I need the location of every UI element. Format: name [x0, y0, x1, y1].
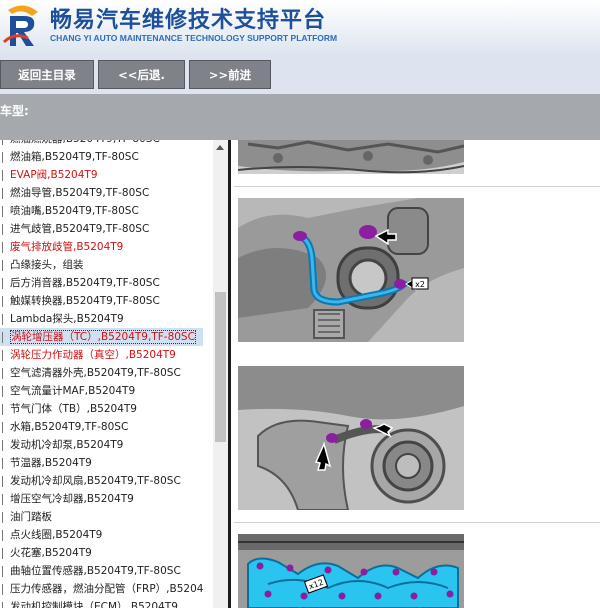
- sidebar-item-label: 凸缘接头，组装: [10, 259, 84, 271]
- sidebar-item[interactable]: 喷油嘴,B5204T9,TF-80SC: [0, 202, 203, 220]
- app-header: 畅易汽车维修技术支持平台 CHANG YI AUTO MAINTENANCE T…: [0, 0, 600, 56]
- sidebar-item[interactable]: 燃油燃烧器,B5204T9,TF-80SC: [0, 140, 203, 148]
- sidebar-item-label: Lambda探头,B5204T9: [10, 313, 124, 325]
- sidebar-item-label: 增压空气冷却器,B5204T9: [10, 493, 134, 505]
- sidebar-item-label: 油门踏板: [10, 511, 52, 523]
- brand-logo-icon: [2, 5, 38, 46]
- platform-title: 畅易汽车维修技术支持平台: [50, 8, 327, 33]
- sidebar-item-label: 废气排放歧管,B5204T9: [10, 241, 124, 253]
- turbo-bracket-figure: [238, 366, 464, 510]
- sidebar-item-label: 涡轮增压器（TC）,B5204T9,TF-80SC: [10, 330, 196, 344]
- scroll-up-icon[interactable]: [216, 145, 224, 150]
- bolt-marker: [359, 225, 377, 239]
- sidebar-item[interactable]: 油门踏板: [0, 508, 203, 526]
- home-button[interactable]: 返回主目录: [0, 60, 94, 89]
- bolt-marker: [360, 419, 372, 429]
- component-sidebar: 燃油燃烧器,B5204T9,TF-80SC 燃油箱,B5204T9,TF-80SC…: [0, 140, 228, 608]
- sidebar-item[interactable]: 后方消音器,B5204T9,TF-80SC: [0, 274, 203, 292]
- turbo-oil-pipe-figure: x2: [238, 198, 464, 342]
- sidebar-item[interactable]: 节气门体（TB）,B5204T9: [0, 400, 203, 418]
- sidebar-item[interactable]: 水箱,B5204T9,TF-80SC: [0, 418, 203, 436]
- sidebar-item[interactable]: 燃油导管,B5204T9,TF-80SC: [0, 184, 203, 202]
- back-button[interactable]: <<后退.: [98, 60, 185, 89]
- sidebar-item[interactable]: 空气流量计MAF,B5204T9: [0, 382, 203, 400]
- sidebar-item-label: 曲轴位置传感器,B5204T9,TF-80SC: [10, 565, 181, 577]
- callout-count: x2: [415, 280, 425, 289]
- sidebar-item-label: 空气滤清器外壳,B5204T9,TF-80SC: [10, 367, 181, 379]
- sidebar-item-label: 节温器,B5204T9: [10, 457, 92, 469]
- model-bar: 车型:: [0, 94, 600, 140]
- figure-separator: [234, 522, 600, 523]
- sidebar-item[interactable]: 曲轴位置传感器,B5204T9,TF-80SC: [0, 562, 203, 580]
- sidebar-item-label: EVAP阀,B5204T9: [10, 169, 98, 181]
- sidebar-item-label: 燃油箱,B5204T9,TF-80SC: [10, 151, 139, 163]
- sidebar-item[interactable]: 触媒转换器,B5204T9,TF-80SC: [0, 292, 203, 310]
- sidebar-item-label: 空气流量计MAF,B5204T9: [10, 385, 136, 397]
- component-list: 燃油燃烧器,B5204T9,TF-80SC 燃油箱,B5204T9,TF-80SC…: [0, 140, 204, 608]
- sidebar-item[interactable]: 火花塞,B5204T9: [0, 544, 203, 562]
- sidebar-item-label: 涡轮压力作动器（真空）,B5204T9: [10, 349, 176, 361]
- sidebar-item-label: 燃油燃烧器,B5204T9,TF-80SC: [10, 140, 160, 145]
- sidebar-item-label: 燃油导管,B5204T9,TF-80SC: [10, 187, 150, 199]
- sidebar-item[interactable]: 发动机冷却风扇,B5204T9,TF-80SC: [0, 472, 203, 490]
- sidebar-item[interactable]: 燃油箱,B5204T9,TF-80SC: [0, 148, 203, 166]
- sidebar-item[interactable]: 废气排放歧管,B5204T9: [0, 238, 203, 256]
- sidebar-item[interactable]: 涡轮压力作动器（真空）,B5204T9: [0, 346, 203, 364]
- bolt-marker: [394, 279, 406, 289]
- sidebar-item[interactable]: 节温器,B5204T9: [0, 454, 203, 472]
- sidebar-item-label: 压力传感器，燃油分配管（FRP）,B5204: [10, 583, 204, 595]
- bolt-marker: [326, 433, 338, 443]
- exhaust-manifold-figure: x12: [238, 534, 464, 608]
- sidebar-item-label: 点火线圈,B5204T9: [10, 529, 103, 541]
- sidebar-item-label: 火花塞,B5204T9: [10, 547, 92, 559]
- sidebar-item-label: 触媒转换器,B5204T9,TF-80SC: [10, 295, 160, 307]
- sidebar-item-label: 发动机冷却风扇,B5204T9,TF-80SC: [10, 475, 181, 487]
- sidebar-item[interactable]: 发动机控制模块（ECM）,B5204T9: [0, 598, 203, 608]
- figure-separator: [234, 186, 600, 187]
- sidebar-item[interactable]: 凸缘接头，组装: [0, 256, 203, 274]
- sidebar-item[interactable]: 压力传感器，燃油分配管（FRP）,B5204: [0, 580, 203, 598]
- forward-button[interactable]: >>前进: [189, 60, 271, 89]
- sidebar-item[interactable]: 涡轮增压器（TC）,B5204T9,TF-80SC: [0, 328, 204, 346]
- sidebar-item-label: 后方消音器,B5204T9,TF-80SC: [10, 277, 160, 289]
- sidebar-item[interactable]: 点火线圈,B5204T9: [0, 526, 203, 544]
- engine-figure-1: [238, 140, 464, 174]
- sidebar-item-label: 发动机冷却泵,B5204T9: [10, 439, 124, 451]
- sidebar-item[interactable]: 空气滤清器外壳,B5204T9,TF-80SC: [0, 364, 203, 382]
- bolt-marker: [293, 231, 307, 241]
- sidebar-item[interactable]: EVAP阀,B5204T9: [0, 166, 203, 184]
- platform-subtitle: CHANG YI AUTO MAINTENANCE TECHNOLOGY SUP…: [50, 33, 338, 43]
- sidebar-item-label: 进气歧管,B5204T9,TF-80SC: [10, 223, 150, 235]
- scrollbar-thumb[interactable]: [215, 292, 226, 442]
- sidebar-item-label: 发动机控制模块（ECM）,B5204T9: [10, 601, 178, 608]
- sidebar-item[interactable]: Lambda探头,B5204T9: [0, 310, 203, 328]
- sidebar-item-label: 喷油嘴,B5204T9,TF-80SC: [10, 205, 139, 217]
- sidebar-item-label: 节气门体（TB）,B5204T9: [10, 403, 137, 415]
- sidebar-item[interactable]: 增压空气冷却器,B5204T9: [0, 490, 203, 508]
- sidebar-scrollbar[interactable]: [213, 140, 228, 608]
- navigation-toolbar: 返回主目录 <<后退. >>前进: [0, 56, 600, 94]
- sidebar-item[interactable]: 发动机冷却泵,B5204T9: [0, 436, 203, 454]
- sidebar-item[interactable]: 进气歧管,B5204T9,TF-80SC: [0, 220, 203, 238]
- model-label: 车型:: [0, 104, 29, 118]
- sidebar-item-label: 水箱,B5204T9,TF-80SC: [10, 421, 129, 433]
